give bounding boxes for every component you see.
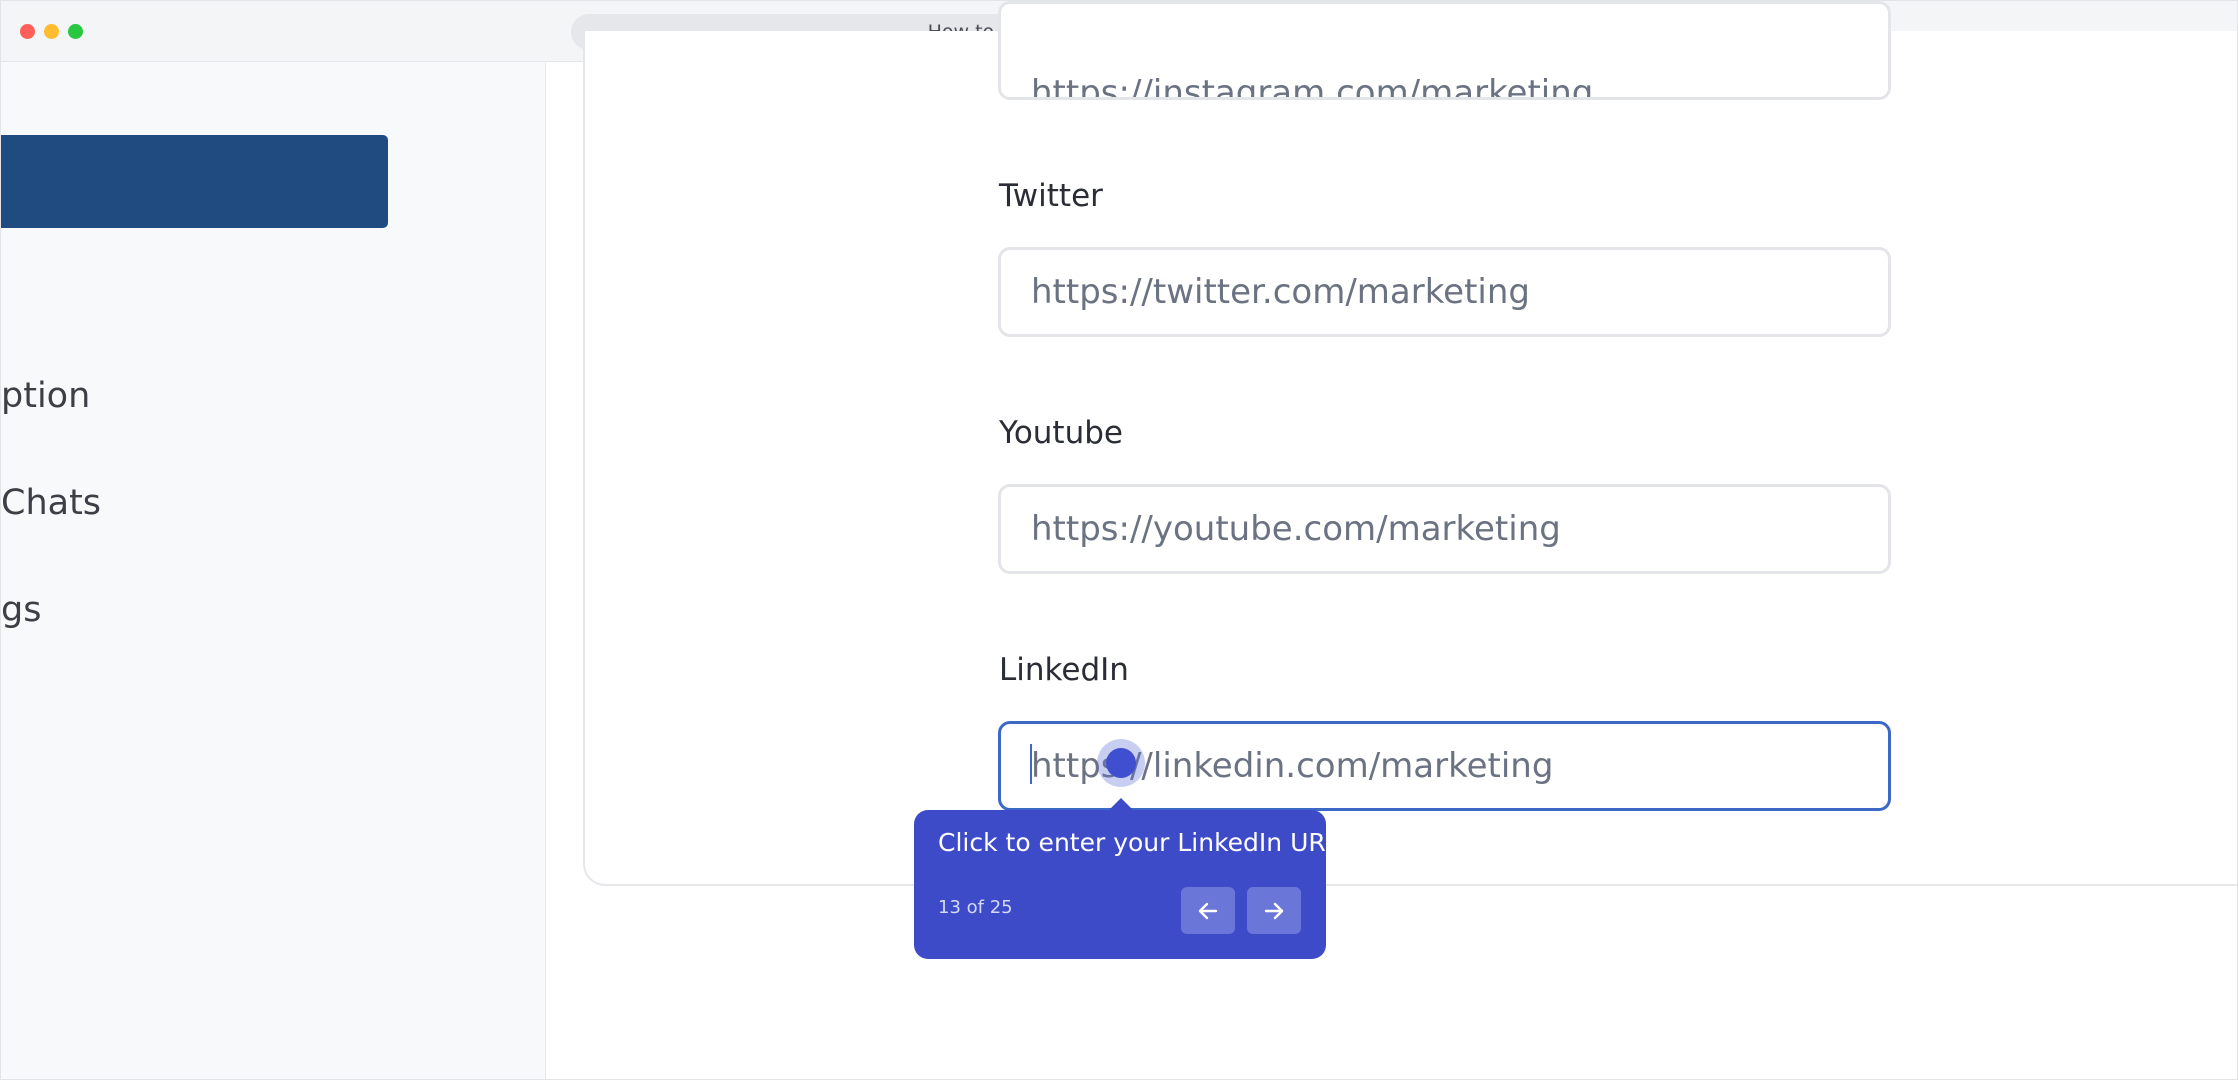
instagram-input-value: https://instagram.com/marketing <box>1031 73 1594 100</box>
twitter-label: Twitter <box>999 178 1103 214</box>
tooltip-text: Click to enter your LinkedIn URL. <box>938 828 1348 857</box>
tooltip-prev-button[interactable] <box>1181 887 1235 934</box>
maximize-window-button[interactable] <box>68 24 83 39</box>
close-window-button[interactable] <box>20 24 35 39</box>
youtube-input-value: https://youtube.com/marketing <box>1031 509 1561 549</box>
youtube-input[interactable]: https://youtube.com/marketing <box>998 484 1891 574</box>
twitter-input-value: https://twitter.com/marketing <box>1031 272 1531 312</box>
sidebar-item-chats[interactable]: Chats <box>1 483 101 523</box>
click-indicator-dot <box>1106 748 1136 778</box>
youtube-label: Youtube <box>999 415 1123 451</box>
tooltip-arrow <box>1109 798 1133 810</box>
browser-window: How to update your profile details easil… <box>0 0 2238 1080</box>
guide-tooltip: Click to enter your LinkedIn URL. 13 of … <box>914 810 1348 959</box>
linkedin-label: LinkedIn <box>999 652 1129 688</box>
sidebar-item-active[interactable] <box>1 135 388 228</box>
minimize-window-button[interactable] <box>44 24 59 39</box>
sidebar-item-subscription[interactable]: ption <box>1 376 90 416</box>
arrow-right-icon <box>1264 902 1284 919</box>
sidebar-item-settings[interactable]: gs <box>1 590 41 630</box>
tooltip-step-counter: 13 of 25 <box>938 897 1013 918</box>
instagram-input[interactable]: https://instagram.com/marketing <box>998 1 1891 100</box>
text-caret <box>1030 744 1032 784</box>
sidebar: ption Chats gs <box>1 62 546 1079</box>
tooltip-next-button[interactable] <box>1247 887 1301 934</box>
twitter-input[interactable]: https://twitter.com/marketing <box>998 247 1891 337</box>
arrow-left-icon <box>1198 902 1218 919</box>
